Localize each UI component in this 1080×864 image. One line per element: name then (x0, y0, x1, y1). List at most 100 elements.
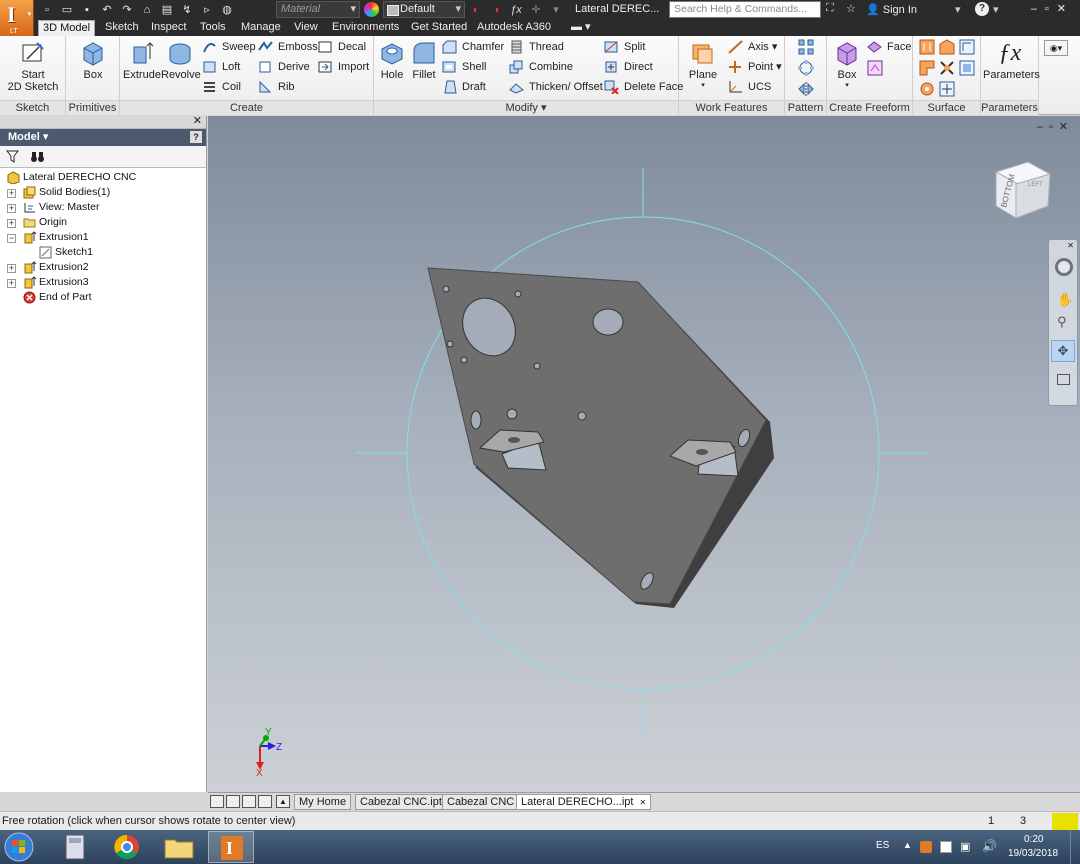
doc-tab-cabezal-ipt[interactable]: Cabezal CNC.ipt (355, 794, 447, 810)
extrude-button[interactable]: Extrude (123, 39, 161, 81)
coil-button[interactable]: Coil (202, 78, 241, 96)
tab-3d-model[interactable]: 3D Model (38, 20, 96, 36)
tab-list-icon[interactable]: ▲ (276, 795, 290, 808)
graphics-viewport[interactable]: –▫✕ X Y Z BOTTOM LEFT ✕ ✋ ⚲ ✥ (208, 116, 1080, 792)
expand-icon[interactable]: + (7, 279, 16, 288)
hole-button[interactable]: Hole (377, 39, 407, 81)
stitch-icon[interactable] (919, 39, 935, 55)
mirror-icon[interactable] (798, 81, 814, 97)
repair-icon[interactable] (939, 81, 955, 97)
new-icon[interactable]: ▫ (40, 3, 54, 17)
help-button[interactable]: ? (975, 2, 989, 16)
arrange-horizontal-icon[interactable] (242, 795, 256, 808)
clock-time[interactable]: 0:20 (1024, 834, 1043, 845)
arrange-vertical-icon[interactable] (258, 795, 272, 808)
expand-icon[interactable]: + (7, 264, 16, 273)
model-scene[interactable]: X Y Z BOTTOM LEFT (208, 116, 1080, 792)
axis-button[interactable]: Axis ▾ (728, 38, 777, 56)
chamfer-button[interactable]: Chamfer (442, 38, 504, 56)
home-icon[interactable]: ⌂ (140, 3, 154, 17)
patch-icon[interactable] (959, 39, 975, 55)
sweep-button[interactable]: Sweep (202, 38, 256, 56)
close-icon[interactable]: ✕ (193, 114, 202, 127)
language-indicator[interactable]: ES (876, 840, 889, 851)
delete-surface-icon[interactable] (919, 81, 935, 97)
tab-environments[interactable]: Environments (332, 20, 399, 36)
customize-icon[interactable]: ▾ (548, 2, 564, 18)
box-primitive-button[interactable]: Box (76, 39, 110, 81)
tab-sketch[interactable]: Sketch (105, 20, 139, 36)
thread-button[interactable]: Thread (509, 38, 564, 56)
derive-button[interactable]: Derive (258, 58, 310, 76)
doc-tab-lateral-derecho[interactable]: Lateral DERECHO...ipt ✕ (516, 794, 652, 810)
trim-icon[interactable] (919, 60, 935, 76)
pan-icon[interactable]: ✋ (1057, 292, 1073, 308)
tray-flag-icon[interactable] (940, 841, 952, 853)
show-hidden-icons[interactable]: ▲ (903, 840, 912, 850)
filter-icon[interactable] (6, 150, 19, 163)
fillet-button[interactable]: Fillet (409, 39, 439, 81)
tab-manage[interactable]: Manage (241, 20, 281, 36)
tree-node-solid-bodies[interactable]: + Solid Bodies(1) (0, 185, 206, 200)
tree-node-view[interactable]: + View: Master (0, 200, 206, 215)
tab-tools[interactable]: Tools (200, 20, 226, 36)
look-at-icon[interactable] (1057, 374, 1070, 385)
ucs-button[interactable]: UCS (728, 78, 771, 96)
select-icon[interactable]: ▹ (200, 3, 214, 17)
expand-icon[interactable]: + (7, 219, 16, 228)
decal-button[interactable]: Decal (318, 38, 366, 56)
appearance-dropdown[interactable]: Default (383, 1, 465, 18)
tree-node-extrusion3[interactable]: + Extrusion3 (0, 275, 206, 290)
application-menu-button[interactable]: I LT ▾ (0, 0, 34, 36)
tree-node-part[interactable]: Lateral DERECHO CNC (0, 170, 206, 185)
binoculars-search-icon[interactable] (30, 150, 45, 163)
freeform-face-button[interactable]: Face (867, 38, 911, 56)
show-desktop-button[interactable] (1070, 830, 1080, 864)
tree-node-sketch1[interactable]: Sketch1 (0, 245, 206, 260)
open-icon[interactable]: ▭ (60, 3, 74, 17)
expand-icon[interactable]: + (7, 189, 16, 198)
material-dropdown[interactable]: Material (276, 1, 360, 18)
fx-icon[interactable]: ƒx (508, 2, 524, 18)
appearance-icon[interactable] (364, 2, 379, 17)
clear-appearance-icon[interactable]: ◑ (488, 2, 504, 18)
circular-pattern-icon[interactable] (798, 60, 814, 76)
plane-button[interactable]: Plane ▾ (683, 39, 723, 89)
browser-title[interactable]: Model ▾ ? (0, 129, 206, 146)
close-icon[interactable]: ✕ (640, 798, 647, 807)
parameters-button[interactable]: ƒx Parameters (983, 39, 1040, 81)
point-button[interactable]: Point ▾ (728, 58, 782, 76)
start-button[interactable] (2, 831, 48, 863)
color-wheel-icon[interactable]: ◍ (220, 3, 234, 17)
signin-dropdown-icon[interactable]: ▾ (955, 3, 961, 16)
tab-inspect[interactable]: Inspect (151, 20, 186, 36)
shell-button[interactable]: Shell (442, 58, 486, 76)
taskbar-calculator[interactable] (52, 831, 98, 863)
tile-views-icon[interactable] (210, 795, 224, 808)
import-button[interactable]: Import (318, 58, 369, 76)
viewcube[interactable]: BOTTOM LEFT (994, 161, 1052, 219)
redo-icon[interactable]: ↷ (120, 3, 134, 17)
replace-face-icon[interactable] (959, 60, 975, 76)
draft-button[interactable]: Draft (442, 78, 486, 96)
binoculars-icon[interactable]: ⛶ (826, 2, 834, 15)
print-icon[interactable]: ▤ (160, 3, 174, 17)
ribbon-options-icon[interactable]: ▬ ▾ (571, 20, 591, 36)
tab-autodesk-a360[interactable]: Autodesk A360 (477, 20, 551, 36)
cross-icon[interactable]: ✛ (528, 2, 544, 18)
convert-icon[interactable] (867, 60, 883, 76)
expand-icon[interactable]: + (7, 204, 16, 213)
tab-get-started[interactable]: Get Started (411, 20, 467, 36)
search-input[interactable]: Search Help & Commands... (669, 1, 821, 18)
taskbar-inventor[interactable]: I (208, 831, 254, 863)
star-icon[interactable]: ☆ (846, 2, 856, 15)
orbit-icon[interactable]: ✥ (1051, 340, 1075, 362)
help-dropdown-icon[interactable]: ▾ (993, 3, 999, 16)
cascade-icon[interactable] (226, 795, 240, 808)
browser-help-icon[interactable]: ? (190, 131, 202, 143)
volume-icon[interactable]: 🔊 (982, 839, 997, 853)
rectangular-pattern-icon[interactable] (798, 39, 814, 55)
ribbon-options-dropdown[interactable]: ◉▾ (1044, 40, 1068, 56)
emboss-button[interactable]: Emboss (258, 38, 318, 56)
split-button[interactable]: Split (604, 38, 645, 56)
